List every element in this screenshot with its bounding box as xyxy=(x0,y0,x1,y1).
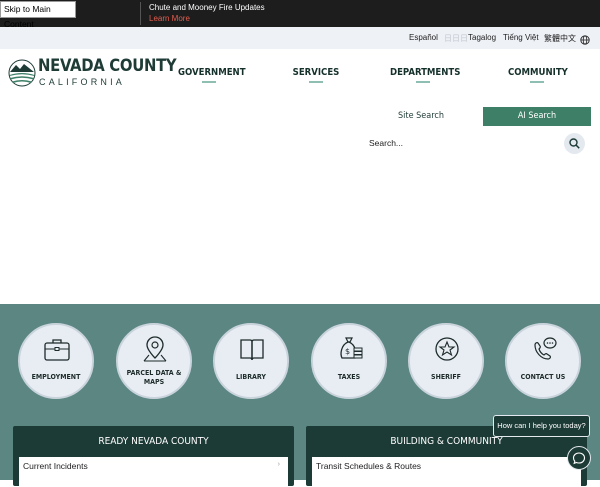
nav-departments-label: DEPARTMENTS xyxy=(390,67,461,78)
nav-government-label: GOVERNMENT xyxy=(178,67,246,78)
site-header: NEVADA COUNTY CALIFORNIA GOVERNMENT SERV… xyxy=(0,49,600,304)
nav-community[interactable]: COMMUNITY xyxy=(508,67,568,89)
card-ready-nevada-county: READY NEVADA COUNTY Current Incidents › xyxy=(13,426,294,487)
search-icon xyxy=(569,138,580,149)
card-link-transit-schedules[interactable]: Transit Schedules & Routes xyxy=(312,457,581,487)
logo-subtitle: CALIFORNIA xyxy=(39,77,126,87)
search-button[interactable] xyxy=(564,133,585,154)
phone-chat-icon xyxy=(534,337,557,360)
quick-link-label: EMPLOYMENT xyxy=(31,373,81,381)
quick-link-label: PARCEL DATA & MAPS xyxy=(126,369,182,386)
language-spanish[interactable]: Español xyxy=(409,33,438,42)
nav-services[interactable]: SERVICES xyxy=(290,67,342,89)
chat-icon xyxy=(572,452,586,465)
skip-to-main-content-link[interactable]: Skip to Main Content xyxy=(0,1,76,29)
quick-links-section: EMPLOYMENT PARCEL DATA & MAPS LIBRARY $ … xyxy=(0,304,600,487)
book-icon xyxy=(240,339,264,361)
card-link-current-incidents[interactable]: Current Incidents › xyxy=(19,457,288,487)
svg-text:$: $ xyxy=(345,347,350,356)
county-logo-icon[interactable] xyxy=(8,59,36,92)
chat-prompt-bubble[interactable]: How can I help you today? xyxy=(493,415,590,437)
card-link-label: Transit Schedules & Routes xyxy=(316,461,422,471)
quick-link-employment[interactable]: EMPLOYMENT xyxy=(18,323,94,399)
chat-button[interactable] xyxy=(567,446,591,470)
logo-name[interactable]: NEVADA COUNTY xyxy=(38,56,177,75)
alert-learn-more-link[interactable]: Learn More xyxy=(149,14,190,23)
card-link-label: Current Incidents xyxy=(23,461,88,471)
quick-link-parcel-data[interactable]: PARCEL DATA & MAPS xyxy=(116,323,192,399)
map-pin-icon xyxy=(143,336,167,362)
alert-divider xyxy=(140,2,141,25)
language-chinese[interactable]: 繁體中文 xyxy=(544,33,576,44)
language-faded[interactable]: 日日日 xyxy=(444,33,468,44)
money-bag-icon: $ xyxy=(340,337,363,359)
language-tagalog[interactable]: Tagalog xyxy=(468,33,496,42)
briefcase-icon xyxy=(44,339,70,361)
quick-link-label: LIBRARY xyxy=(236,373,266,381)
nav-community-label: COMMUNITY xyxy=(508,67,568,78)
nav-services-label: SERVICES xyxy=(292,67,340,78)
quick-link-taxes[interactable]: $ TAXES xyxy=(311,323,387,399)
language-bar: Español 日日日 Tagalog Tiếng Việt 繁體中文 xyxy=(0,27,600,49)
alert-bar: RY Skip to Main Content Chute and Mooney… xyxy=(0,0,600,29)
nav-government[interactable]: GOVERNMENT xyxy=(178,67,246,89)
nav-underline xyxy=(202,81,216,83)
quick-link-contact-us[interactable]: CONTACT US xyxy=(505,323,581,399)
nav-underline xyxy=(309,81,323,83)
star-badge-icon xyxy=(435,337,459,361)
card-title: READY NEVADA COUNTY xyxy=(98,436,209,447)
tab-ai-search[interactable]: AI Search xyxy=(483,107,591,126)
tab-site-search[interactable]: Site Search xyxy=(360,107,482,126)
quick-link-label: SHERIFF xyxy=(431,373,461,381)
language-vietnamese[interactable]: Tiếng Việt xyxy=(503,33,539,42)
nav-departments[interactable]: DEPARTMENTS xyxy=(390,67,460,89)
nav-underline xyxy=(530,81,544,83)
chevron-right-icon: › xyxy=(277,461,280,468)
quick-link-library[interactable]: LIBRARY xyxy=(213,323,289,399)
nav-underline xyxy=(416,81,430,83)
search-input[interactable] xyxy=(365,132,563,154)
alert-title[interactable]: Chute and Mooney Fire Updates xyxy=(149,3,265,12)
quick-link-label: TAXES xyxy=(337,373,361,381)
quick-link-label: CONTACT US xyxy=(520,373,566,381)
quick-link-sheriff[interactable]: SHERIFF xyxy=(408,323,484,399)
card-title: BUILDING & COMMUNITY xyxy=(390,436,503,447)
globe-icon[interactable] xyxy=(580,32,590,50)
